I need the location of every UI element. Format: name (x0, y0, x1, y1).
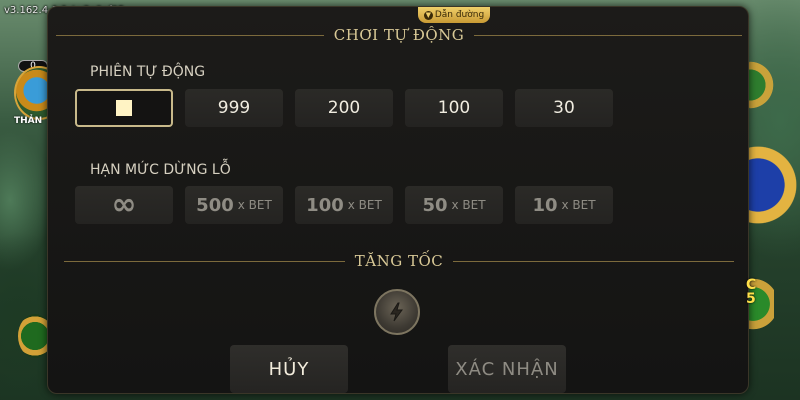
stop-loss-option-infinity[interactable]: ∞ (75, 186, 173, 224)
stop-loss-unit: x BET (451, 198, 486, 212)
auto-rounds-option-999[interactable]: 999 (185, 89, 283, 127)
cancel-button[interactable]: HỦY (230, 345, 348, 393)
stop-loss-option-500[interactable]: 500 x BET (185, 186, 283, 224)
confirm-button[interactable]: XÁC NHẬN (448, 345, 566, 393)
auto-rounds-option-stop[interactable] (75, 89, 173, 127)
left-badge-label: THẢN (14, 116, 43, 126)
auto-rounds-option-200[interactable]: 200 (295, 89, 393, 127)
auto-rounds-option-30[interactable]: 30 (515, 89, 613, 127)
stop-square-icon (116, 100, 132, 116)
chevron-down-icon: ▼ (423, 11, 433, 20)
divider (56, 34, 324, 36)
stop-loss-label: HẠN MỨC DỪNG LỖ (90, 162, 231, 178)
help-tab[interactable]: ▼ Dẫn đường (418, 7, 490, 23)
dialog-title-row: CHƠI TỰ ĐỘNG (56, 25, 743, 45)
stop-loss-unit: x BET (561, 198, 596, 212)
stop-loss-option-50[interactable]: 50 x BET (405, 186, 503, 224)
turbo-title: TĂNG TỐC (354, 252, 444, 270)
infinity-icon: ∞ (111, 187, 137, 222)
stop-loss-value: 500 (196, 194, 234, 216)
turbo-title-row: TĂNG TỐC (64, 251, 734, 271)
auto-play-dialog: ▼ Dẫn đường CHƠI TỰ ĐỘNG PHIÊN TỰ ĐỘNG 99… (47, 6, 749, 394)
stop-loss-value: 10 (532, 194, 558, 216)
turbo-toggle-button[interactable] (374, 289, 420, 335)
stop-loss-options: ∞ 500 x BET 100 x BET 50 x BET 10 x BET (75, 186, 613, 224)
stop-loss-option-100[interactable]: 100 x BET (295, 186, 393, 224)
stop-loss-value: 100 (306, 194, 344, 216)
right-big-orb-icon[interactable] (740, 130, 800, 240)
lightning-icon (390, 302, 403, 322)
stop-loss-unit: x BET (237, 198, 272, 212)
divider (64, 260, 345, 262)
auto-rounds-option-100[interactable]: 100 (405, 89, 503, 127)
right-orb-text: C5 (746, 277, 757, 307)
help-tab-label: Dẫn đường (434, 10, 485, 20)
divider (474, 34, 743, 36)
stop-loss-unit: x BET (347, 198, 382, 212)
auto-rounds-options: 999 200 100 30 (75, 89, 613, 127)
stop-loss-value: 50 (422, 194, 448, 216)
stop-loss-option-10[interactable]: 10 x BET (515, 186, 613, 224)
auto-rounds-label: PHIÊN TỰ ĐỘNG (90, 64, 206, 80)
divider (453, 260, 734, 262)
dialog-title: CHƠI TỰ ĐỘNG (333, 26, 465, 44)
